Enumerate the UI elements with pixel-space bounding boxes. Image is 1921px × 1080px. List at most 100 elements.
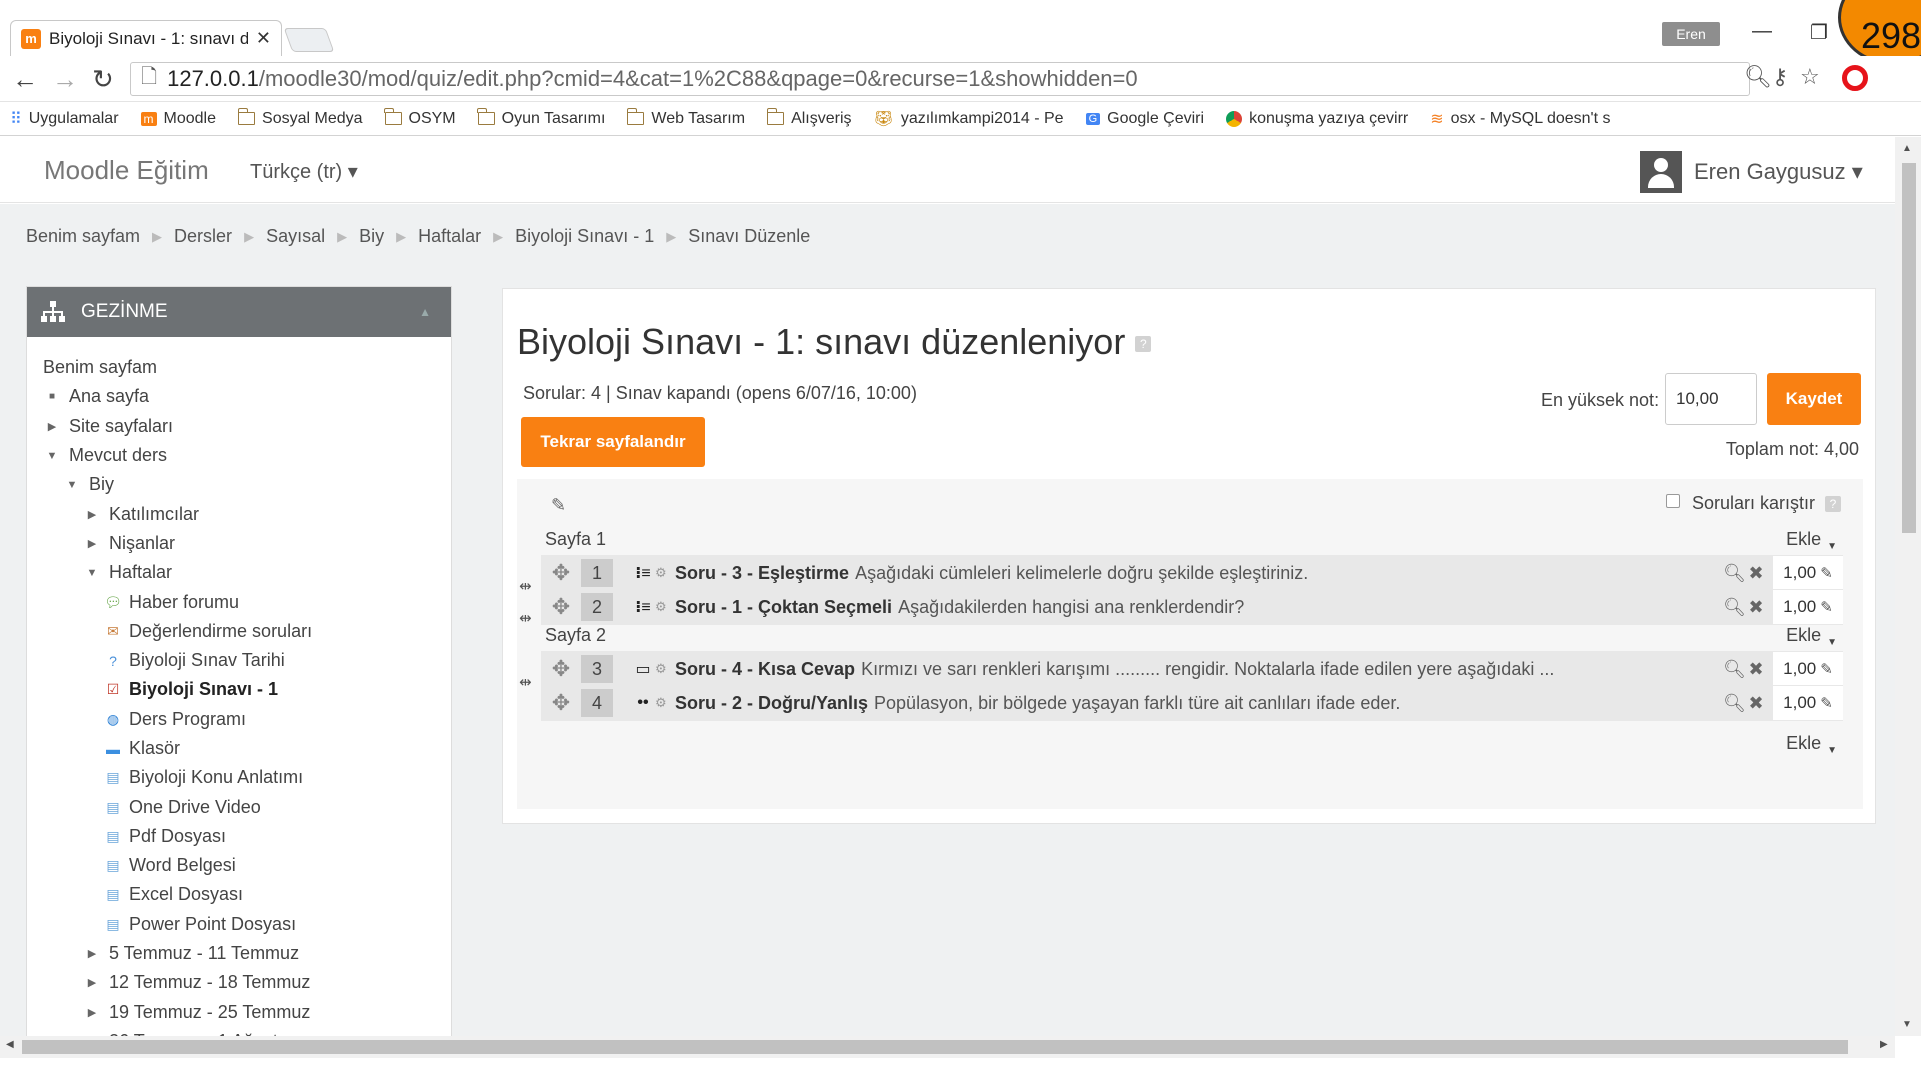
page-break-icon[interactable]: ⇹ [519, 673, 532, 691]
edit-mark-icon[interactable]: ✎ [1820, 694, 1833, 712]
user-menu[interactable]: Eren Gaygusuz ▾ [1694, 159, 1863, 185]
navigation-block-header[interactable]: GEZİNME ▲ [27, 287, 451, 337]
address-bar[interactable]: 🗋 127.0.0.1/moodle30/mod/quiz/edit.php?c… [130, 62, 1750, 96]
nav-item[interactable]: ▼ Mevcut ders [43, 441, 451, 470]
user-avatar[interactable] [1640, 151, 1682, 193]
max-grade-input[interactable] [1665, 373, 1757, 425]
key-icon[interactable]: ⚷ [1772, 64, 1788, 90]
chevron-down-icon[interactable]: ▼ [43, 450, 61, 462]
edit-mark-icon[interactable]: ✎ [1820, 660, 1833, 678]
vertical-scroll-thumb[interactable] [1902, 163, 1916, 533]
bookmark-yazilimkampi[interactable]: 🐯︎ yazılımkampi2014 - Pe [874, 109, 1064, 129]
bookmark-folder-alisveris[interactable]: Alışveriş [766, 108, 852, 128]
nav-item[interactable]: ▼ Haftalar [43, 558, 451, 587]
chevron-right-icon[interactable]: ▶ [83, 976, 101, 989]
breadcrumb-item[interactable]: Biyoloji Sınavı - 1 [515, 226, 654, 247]
shuffle-checkbox[interactable] [1665, 493, 1680, 508]
reload-icon[interactable]: ↻ [92, 64, 114, 95]
question-name[interactable]: Soru - 4 - Kısa Cevap [675, 659, 855, 680]
zoom-icon[interactable]: 🔍︎ [1744, 64, 1772, 90]
page-break-icon[interactable]: ⇹ [519, 577, 532, 595]
edit-mark-icon[interactable]: ✎ [1820, 564, 1833, 582]
move-handle-icon[interactable]: ✥ [541, 594, 581, 620]
profile-badge[interactable]: Eren [1662, 22, 1720, 46]
chevron-right-icon[interactable]: ▶ [83, 947, 101, 960]
nav-item[interactable]: ✉ Değerlendirme soruları [43, 617, 451, 646]
help-icon[interactable]: ? [1825, 495, 1841, 512]
close-tab-icon[interactable]: ✕ [256, 28, 271, 49]
move-handle-icon[interactable]: ✥ [541, 690, 581, 716]
page-break-icon[interactable]: ⇹ [519, 609, 532, 627]
chevron-right-icon[interactable]: ▶ [83, 508, 101, 521]
nav-item[interactable]: ▤ One Drive Video [43, 792, 451, 821]
question-name[interactable]: Soru - 1 - Çoktan Seçmeli [675, 597, 892, 618]
edit-pencil-icon[interactable]: ✎ [551, 495, 566, 516]
breadcrumb-item[interactable]: Biy [359, 226, 384, 247]
restore-icon[interactable]: ❐ [1810, 20, 1828, 45]
nav-item[interactable]: ▤ Word Belgesi [43, 851, 451, 880]
edit-mark-icon[interactable]: ✎ [1820, 598, 1833, 616]
language-menu[interactable]: Türkçe ‎(tr)‎ ▾ [250, 159, 358, 184]
scroll-right-icon[interactable]: ▶ [1880, 1039, 1888, 1050]
nav-item[interactable]: ◍ Ders Programı [43, 705, 451, 734]
nav-item[interactable]: Benim sayfam [43, 353, 451, 382]
nav-item[interactable]: ▶ 5 Temmuz - 11 Temmuz [43, 939, 451, 968]
minimize-icon[interactable]: — [1752, 20, 1772, 43]
nav-item[interactable]: ▶ Nişanlar [43, 529, 451, 558]
bookmark-stackoverflow[interactable]: ≋ osx - MySQL doesn't s [1430, 109, 1610, 129]
preview-icon[interactable]: 🔍︎ [1723, 693, 1746, 714]
breadcrumb-item[interactable]: Sayısal [266, 226, 325, 247]
back-arrow-icon[interactable]: ← [12, 64, 38, 95]
nav-item[interactable]: ☑ Biyoloji Sınavı - 1 [43, 675, 451, 704]
bookmark-folder-sosyal-medya[interactable]: Sosyal Medya [237, 108, 363, 128]
nav-item[interactable]: ▤ Power Point Dosyası [43, 910, 451, 939]
delete-icon[interactable]: ✖ [1745, 563, 1767, 584]
repaginate-button[interactable]: Tekrar sayfalandır [521, 417, 705, 467]
nav-item[interactable]: ▶ 19 Temmuz - 25 Temmuz [43, 998, 451, 1027]
max-mark[interactable]: 1,00 ✎ [1773, 556, 1843, 590]
bookmark-folder-web-tasarim[interactable]: Web Tasarım [626, 108, 745, 128]
bookmark-google-ceviri[interactable]: G Google Çeviri [1085, 110, 1204, 128]
bookmark-apps[interactable]: ⠿ Uygulamalar [10, 109, 119, 129]
max-mark[interactable]: 1,00 ✎ [1773, 652, 1843, 686]
nav-item[interactable]: ▶ Site sayfaları [43, 412, 451, 441]
chevron-down-icon[interactable]: ▼ [63, 479, 81, 491]
delete-icon[interactable]: ✖ [1745, 659, 1767, 680]
move-handle-icon[interactable]: ✥ [541, 560, 581, 586]
chevron-right-icon[interactable]: ▶ [83, 1006, 101, 1019]
chevron-down-icon[interactable]: ▼ [83, 567, 101, 579]
add-menu-page-1[interactable]: Ekle ▼ [1786, 529, 1837, 552]
question-name[interactable]: Soru - 3 - Eşleştirme [675, 563, 849, 584]
bookmark-konusma[interactable]: konuşma yazıya çevirr [1226, 110, 1408, 128]
add-menu-end[interactable]: Ekle ▼ [1786, 733, 1837, 756]
nav-item[interactable]: ▤ Pdf Dosyası [43, 822, 451, 851]
vertical-scrollbar[interactable]: ▲ ▼ [1895, 137, 1921, 1036]
scroll-left-icon[interactable]: ◀ [6, 1039, 14, 1050]
bookmark-star-icon[interactable]: ☆ [1800, 64, 1820, 90]
delete-icon[interactable]: ✖ [1745, 597, 1767, 618]
add-menu-page-2[interactable]: Ekle ▼ [1786, 625, 1837, 648]
browser-tab[interactable]: m Biyoloji Sınavı - 1: sınavı d ✕ [10, 20, 282, 56]
site-brand[interactable]: Moodle Eğitim [44, 155, 209, 186]
chevron-right-icon[interactable]: ▶ [43, 420, 61, 433]
forward-arrow-icon[interactable]: → [52, 64, 78, 95]
nav-item[interactable]: ▤ Excel Dosyası [43, 880, 451, 909]
preview-icon[interactable]: 🔍︎ [1723, 563, 1746, 584]
nav-item[interactable]: ▶26 Temmuz - 1 Ağustos [43, 1027, 451, 1036]
horizontal-scrollbar[interactable]: ◀ ▶ [0, 1036, 1895, 1058]
max-mark[interactable]: 1,00 ✎ [1773, 590, 1843, 624]
help-icon[interactable]: ? [1135, 336, 1152, 353]
nav-item[interactable]: ▶ 12 Temmuz - 18 Temmuz [43, 968, 451, 997]
opera-extension-icon[interactable] [1842, 65, 1868, 91]
nav-item[interactable]: ▤ Biyoloji Konu Anlatımı [43, 763, 451, 792]
horizontal-scroll-thumb[interactable] [22, 1040, 1848, 1054]
new-tab-button[interactable] [283, 28, 335, 52]
nav-item[interactable]: ▼ Biy [43, 470, 451, 499]
nav-item[interactable]: ■ Ana sayfa [43, 382, 451, 411]
bookmark-moodle[interactable]: m Moodle [140, 110, 216, 128]
nav-item[interactable]: ▬ Klasör [43, 734, 451, 763]
breadcrumb-item[interactable]: Dersler [174, 226, 232, 247]
scroll-down-icon[interactable]: ▼ [1902, 1019, 1912, 1030]
breadcrumb-item[interactable]: Haftalar [418, 226, 481, 247]
nav-item[interactable]: ? Biyoloji Sınav Tarihi [43, 646, 451, 675]
